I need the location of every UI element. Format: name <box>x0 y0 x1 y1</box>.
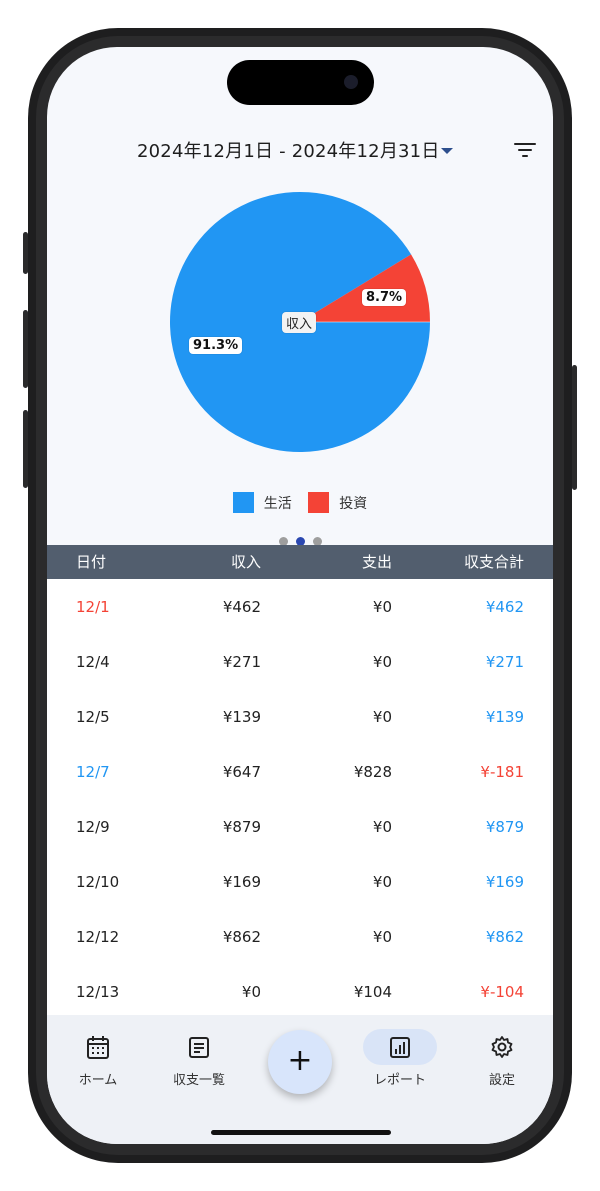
table-row[interactable]: 12/1 ¥462 ¥0 ¥462 <box>47 579 553 634</box>
slice-label-living: 91.3% <box>189 337 243 354</box>
camera-icon <box>344 75 358 89</box>
row-date: 12/5 <box>76 708 110 726</box>
table-row[interactable]: 12/9 ¥879 ¥0 ¥879 <box>47 799 553 854</box>
row-date: 12/9 <box>76 818 110 836</box>
row-date: 12/7 <box>76 763 110 781</box>
report-header: 2024年12月1日 - 2024年12月31日 <box>47 137 553 167</box>
row-income: ¥271 <box>222 653 261 671</box>
legend-item-living[interactable]: 生活 <box>232 492 292 513</box>
row-total: ¥879 <box>485 818 524 836</box>
volume-down-button <box>23 410 28 488</box>
row-expense: ¥0 <box>372 873 392 891</box>
slice-label-investment: 8.7% <box>362 289 407 306</box>
nav-item-settings[interactable]: 設定 <box>452 1035 552 1088</box>
row-income: ¥462 <box>222 598 261 616</box>
row-date: 12/10 <box>76 873 120 891</box>
bottom-navigation: ホーム 収支一覧 + レポート 設定 <box>47 1015 553 1144</box>
table-row[interactable]: 12/7 ¥647 ¥828 ¥-181 <box>47 744 553 799</box>
table-row[interactable]: 12/4 ¥271 ¥0 ¥271 <box>47 634 553 689</box>
row-expense: ¥0 <box>372 928 392 946</box>
row-total: ¥271 <box>485 653 524 671</box>
date-range-selector[interactable]: 2024年12月1日 - 2024年12月31日 <box>137 137 440 163</box>
legend-item-investment[interactable]: 投資 <box>308 492 367 513</box>
row-income: ¥169 <box>222 873 261 891</box>
row-expense: ¥0 <box>372 708 392 726</box>
row-total: ¥-181 <box>480 763 524 781</box>
dropdown-caret-icon[interactable] <box>441 148 453 154</box>
table-row[interactable]: 12/13 ¥0 ¥104 ¥-104 <box>47 964 553 1015</box>
nav-item-report[interactable]: レポート <box>350 1035 450 1088</box>
row-income: ¥862 <box>222 928 261 946</box>
row-date: 12/1 <box>76 598 110 616</box>
add-transaction-button[interactable]: + <box>268 1030 332 1094</box>
volume-up-button <box>23 310 28 388</box>
row-expense: ¥828 <box>353 763 392 781</box>
header-income[interactable]: 収入 <box>231 545 261 579</box>
row-expense: ¥0 <box>372 818 392 836</box>
row-date: 12/12 <box>76 928 120 946</box>
list-icon <box>189 1037 209 1058</box>
chart-legend: 生活 投資 <box>47 492 553 517</box>
table-row[interactable]: 12/12 ¥862 ¥0 ¥862 <box>47 909 553 964</box>
row-income: ¥0 <box>241 983 261 1001</box>
gear-icon <box>491 1036 513 1058</box>
nav-item-list[interactable]: 収支一覧 <box>149 1035 249 1088</box>
nav-label-home: ホーム <box>78 1073 118 1088</box>
mute-switch <box>23 232 28 274</box>
nav-label-settings: 設定 <box>488 1073 515 1088</box>
app-screen: 2024年12月1日 - 2024年12月31日 91.3% 8.7% 収入 生… <box>47 47 553 1144</box>
row-income: ¥647 <box>222 763 261 781</box>
row-date: 12/13 <box>76 983 120 1001</box>
report-chart-icon <box>390 1037 410 1058</box>
home-indicator <box>211 1130 391 1135</box>
legend-label-living: 生活 <box>263 495 292 512</box>
row-total: ¥169 <box>485 873 524 891</box>
row-expense: ¥0 <box>372 653 392 671</box>
header-expense[interactable]: 支出 <box>362 545 392 579</box>
header-date[interactable]: 日付 <box>76 545 106 579</box>
row-income: ¥879 <box>222 818 261 836</box>
legend-swatch-investment <box>308 492 330 513</box>
table-row[interactable]: 12/5 ¥139 ¥0 ¥139 <box>47 689 553 744</box>
legend-label-investment: 投資 <box>339 495 368 512</box>
table-header: 日付 収入 支出 収支合計 <box>47 545 553 579</box>
calendar-icon <box>87 1036 109 1059</box>
plus-icon: + <box>287 1043 313 1078</box>
pie-chart[interactable]: 91.3% 8.7% 収入 <box>47 187 553 457</box>
legend-swatch-living <box>232 492 254 513</box>
header-total[interactable]: 収支合計 <box>464 545 524 579</box>
transactions-table: 12/1 ¥462 ¥0 ¥462 12/4 ¥271 ¥0 ¥271 12/5… <box>47 579 553 1015</box>
row-total: ¥139 <box>485 708 524 726</box>
nav-label-report: レポート <box>373 1073 426 1088</box>
row-total: ¥462 <box>485 598 524 616</box>
table-row[interactable]: 12/10 ¥169 ¥0 ¥169 <box>47 854 553 909</box>
row-expense: ¥0 <box>372 598 392 616</box>
nav-item-home[interactable]: ホーム <box>48 1035 148 1088</box>
filter-icon[interactable] <box>514 141 536 159</box>
row-total: ¥862 <box>485 928 524 946</box>
row-date: 12/4 <box>76 653 110 671</box>
dynamic-island <box>227 60 374 105</box>
row-total: ¥-104 <box>480 983 524 1001</box>
row-expense: ¥104 <box>353 983 392 1001</box>
power-button <box>572 365 577 490</box>
nav-label-list: 収支一覧 <box>172 1073 225 1088</box>
row-income: ¥139 <box>222 708 261 726</box>
pie-center-label: 収入 <box>282 312 317 333</box>
